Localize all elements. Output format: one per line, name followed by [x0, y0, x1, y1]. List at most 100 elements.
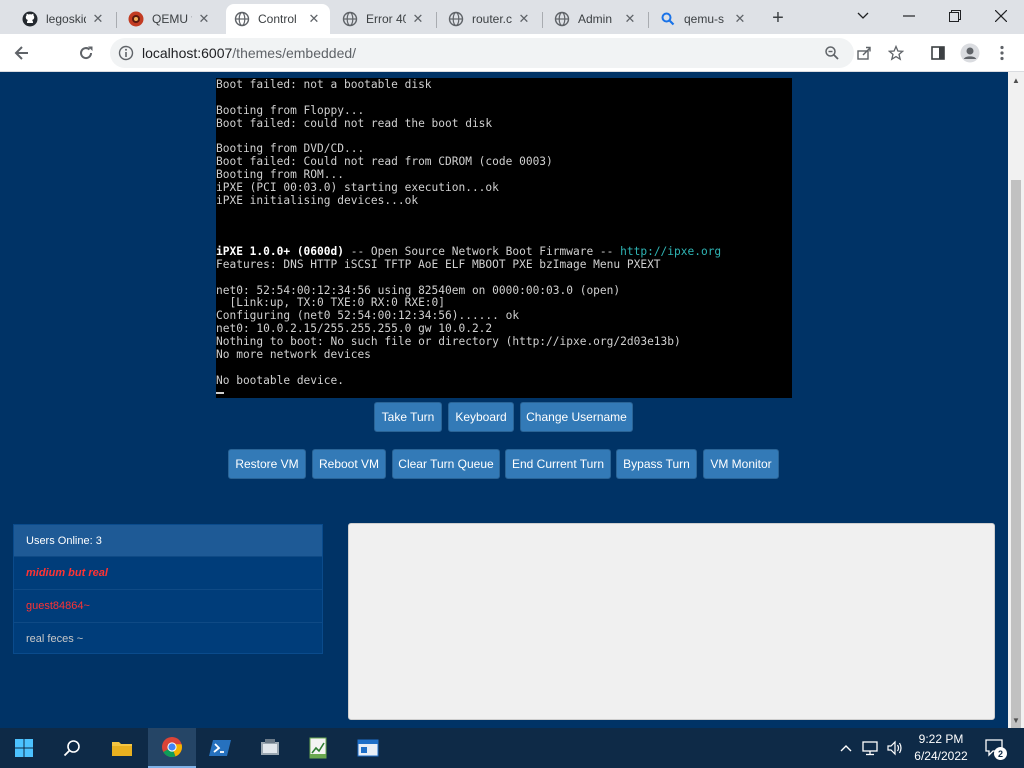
globe-icon [234, 11, 250, 27]
scroll-down-arrow[interactable]: ▼ [1008, 712, 1024, 728]
close-icon[interactable]: ✕ [306, 11, 322, 27]
tab-separator [436, 12, 437, 28]
tab-title: QEMU f [152, 12, 192, 26]
console-line: No bootable device. [216, 374, 344, 387]
tab-admin[interactable]: Admin ✕ [546, 4, 646, 34]
url-text: localhost:6007/themes/embedded/ [142, 45, 356, 61]
app-window-icon[interactable] [344, 728, 392, 768]
chrome-icon[interactable] [148, 728, 196, 768]
browser-toolbar: localhost:6007/themes/embedded/ [0, 34, 1024, 72]
user-list-item[interactable]: real feces ~ [14, 623, 322, 656]
qemu-icon [128, 11, 144, 27]
console-line: Features: DNS HTTP iSCSI TFTP AoE ELF MB… [216, 258, 661, 271]
take-turn-button[interactable]: Take Turn [374, 402, 442, 432]
bypass-turn-button[interactable]: Bypass Turn [616, 449, 697, 479]
console-line: Booting from DVD/CD... [216, 142, 365, 155]
url-path: /themes/embedded/ [232, 45, 357, 61]
restore-vm-button[interactable]: Restore VM [228, 449, 306, 479]
spreadsheet-app-icon[interactable] [294, 728, 342, 768]
tab-error[interactable]: Error 40 ✕ [334, 4, 434, 34]
windows-start-icon[interactable] [0, 728, 48, 768]
share-icon[interactable] [854, 43, 874, 63]
page-scrollbar[interactable]: ▲ ▼ [1008, 72, 1024, 748]
console-line: Nothing to boot: No such file or directo… [216, 335, 681, 348]
user-list-item[interactable]: guest84864~ [14, 590, 322, 623]
new-tab-button[interactable]: + [766, 6, 790, 30]
tab-title: Error 40 [366, 12, 406, 26]
clock-time: 9:22 PM [918, 732, 964, 746]
console-line: Booting from ROM... [216, 168, 344, 181]
reboot-vm-button[interactable]: Reboot VM [312, 449, 386, 479]
vm-display[interactable]: Boot failed: not a bootable disk Booting… [216, 78, 792, 398]
powershell-icon[interactable] [196, 728, 244, 768]
tab-separator [648, 12, 649, 28]
ipxe-banner: iPXE 1.0.0+ (0600d) [216, 245, 344, 258]
console-line: Configuring (net0 52:54:00:12:34:56)....… [216, 309, 520, 322]
tab-separator [116, 12, 117, 28]
close-window-button[interactable] [978, 0, 1024, 32]
reload-button[interactable] [72, 39, 100, 67]
chevron-up-icon[interactable] [836, 728, 856, 768]
chat-panel[interactable] [348, 523, 995, 720]
console-line: [Link:up, TX:0 TXE:0 RX:0 RXE:0] [216, 296, 446, 309]
notification-center-icon[interactable]: 2 [980, 728, 1010, 768]
change-username-button[interactable]: Change Username [520, 402, 633, 432]
control-panel-icon[interactable] [246, 728, 294, 768]
close-icon[interactable]: ✕ [410, 11, 426, 27]
close-icon[interactable]: ✕ [732, 11, 748, 27]
network-icon[interactable] [860, 728, 882, 768]
tab-search-button[interactable] [840, 0, 886, 32]
tab-control[interactable]: Control ✕ [226, 4, 330, 34]
info-icon[interactable] [118, 45, 134, 61]
close-icon[interactable]: ✕ [90, 11, 106, 27]
console-cursor [216, 392, 224, 394]
tab-qemu[interactable]: QEMU f ✕ [120, 4, 220, 34]
console-line: Boot failed: Could not read from CDROM (… [216, 155, 553, 168]
file-explorer-icon[interactable] [98, 728, 146, 768]
minimize-button[interactable] [886, 0, 932, 32]
tab-title: Control [258, 12, 297, 26]
notification-count-badge: 2 [994, 747, 1007, 760]
ipxe-banner-line: iPXE 1.0.0+ (0600d) -- Open Source Netwo… [216, 245, 721, 258]
console-line: net0: 10.0.2.15/255.255.255.0 gw 10.0.2.… [216, 322, 493, 335]
clear-turn-queue-button[interactable]: Clear Turn Queue [392, 449, 500, 479]
scroll-up-arrow[interactable]: ▲ [1008, 72, 1024, 88]
back-button[interactable] [8, 39, 36, 67]
tab-legoskid[interactable]: legoskid ✕ [14, 4, 114, 34]
user-list-item[interactable]: midium but real [14, 557, 322, 590]
tab-title: Admin [578, 12, 613, 26]
console-line: Boot failed: not a bootable disk [216, 78, 432, 91]
search-icon[interactable] [48, 728, 96, 768]
tab-title: legoskid [46, 12, 86, 26]
console-line: Boot failed: could not read the boot dis… [216, 117, 493, 130]
tab-title: router.c [472, 12, 512, 26]
tab-qemu-search[interactable]: qemu-s ✕ [652, 4, 756, 34]
url-host: localhost:6007 [142, 45, 233, 61]
ipxe-banner-rest: -- Open Source Network Boot Firmware -- [343, 245, 621, 258]
side-panel-button[interactable] [924, 39, 952, 67]
clock-date: 6/24/2022 [914, 749, 968, 763]
address-bar[interactable]: localhost:6007/themes/embedded/ [110, 38, 904, 68]
github-icon [22, 11, 38, 27]
end-current-turn-button[interactable]: End Current Turn [505, 449, 611, 479]
close-icon[interactable]: ✕ [622, 11, 638, 27]
zoom-icon[interactable] [822, 43, 842, 63]
console-line: iPXE (PCI 00:03.0) starting execution...… [216, 181, 499, 194]
bookmark-star-icon[interactable] [886, 43, 906, 63]
users-online-panel: Users Online: 3 midium but real guest848… [13, 524, 323, 654]
scrollbar-thumb[interactable] [1011, 180, 1021, 748]
volume-icon[interactable] [884, 728, 906, 768]
keyboard-button[interactable]: Keyboard [448, 402, 514, 432]
tab-router[interactable]: router.c ✕ [440, 4, 540, 34]
users-online-header: Users Online: 3 [14, 525, 322, 557]
menu-icon[interactable] [988, 39, 1016, 67]
taskbar-clock[interactable]: 9:22 PM 6/24/2022 [910, 731, 972, 765]
close-icon[interactable]: ✕ [196, 11, 212, 27]
console-line: iPXE initialising devices...ok [216, 194, 419, 207]
profile-icon[interactable] [956, 39, 984, 67]
restore-button[interactable] [932, 0, 978, 32]
vm-monitor-button[interactable]: VM Monitor [703, 449, 779, 479]
page-content: Boot failed: not a bootable disk Booting… [0, 72, 1008, 728]
windows-taskbar: 9:22 PM 6/24/2022 2 [0, 728, 1024, 768]
close-icon[interactable]: ✕ [516, 11, 532, 27]
